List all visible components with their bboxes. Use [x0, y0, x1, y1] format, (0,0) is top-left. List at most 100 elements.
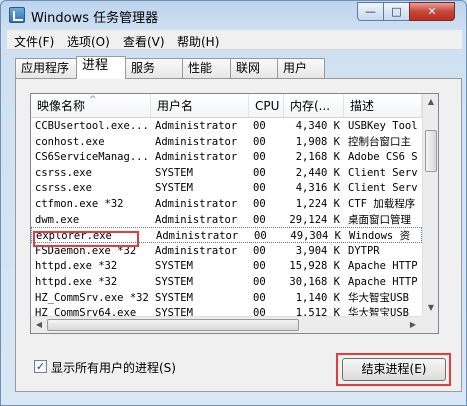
cell-user-name: SYSTEM [155, 166, 193, 179]
horizontal-scrollbar[interactable]: ◀ ▶ [31, 316, 422, 333]
cell-memory: 30,168 K [289, 276, 340, 288]
task-manager-window: Windows 任务管理器 — □ ✕ 文件(F) 选项(O) 查看(V) 帮助… [0, 0, 467, 406]
show-all-users-label[interactable]: 显示所有用户的进程(S) [51, 359, 176, 376]
column-label: 映像名称 [37, 99, 86, 113]
scroll-corner [422, 316, 438, 333]
cell-cpu: 00 [253, 260, 266, 273]
cell-user-name: Administrator [155, 135, 238, 148]
cell-user-name: SYSTEM [155, 182, 193, 195]
tab-performance[interactable]: 性能 [182, 58, 231, 78]
table-row[interactable]: csrss.exe SYSTEM 00 4,316 K Client Serv [31, 180, 422, 196]
cell-memory: 2,168 K [295, 151, 340, 164]
cell-memory: 1,224 K [295, 198, 340, 210]
cell-cpu: 00 [253, 291, 266, 304]
cell-cpu: 00 [253, 276, 266, 288]
show-all-users-checkbox[interactable]: ✓ [34, 360, 47, 373]
process-list[interactable]: 映像名称 ^ 用户名 CPU 内存(... 描述 CCBUsertool.exe… [30, 93, 439, 334]
cell-description: 桌面窗口管理 [348, 213, 411, 226]
cell-description: Adobe CS6 S [348, 151, 418, 164]
cell-memory: 15,928 K [289, 260, 340, 273]
cell-memory: 29,124 K [289, 213, 340, 226]
menu-bar: 文件(F) 选项(O) 查看(V) 帮助(H) [7, 30, 462, 50]
cell-cpu: 00 [253, 198, 266, 210]
menu-help[interactable]: 帮助(H) [177, 33, 219, 50]
cell-image-name: CS6ServiceManag... [35, 151, 149, 164]
cell-description: Windows 资 [349, 230, 411, 243]
cell-image-name: CCBUsertool.exe... [35, 120, 149, 132]
tab-networking[interactable]: 联网 [230, 58, 278, 78]
cell-memory: 1,140 K [295, 291, 340, 304]
maximize-button[interactable]: □ [383, 2, 410, 21]
cell-image-name: ctfmon.exe *32 [35, 198, 124, 210]
close-button[interactable]: ✕ [409, 2, 455, 21]
table-row[interactable]: httpd.exe *32 SYSTEM 00 30,168 K Apache HTTP [31, 274, 422, 290]
table-row[interactable]: conhost.exe Administrator 00 1,908 K 控制台窗口主 [31, 134, 422, 150]
cell-description: Client Serv [348, 182, 418, 195]
cell-user-name: SYSTEM [155, 291, 193, 304]
cell-user-name: Administrator [155, 213, 238, 226]
cell-user-name: Administrator [156, 230, 239, 243]
cell-description: USBKey Tool [348, 120, 418, 132]
cell-memory: 4,340 K [295, 120, 340, 132]
column-image-name[interactable]: 映像名称 ^ [31, 94, 151, 118]
sort-ascending-icon: ^ [89, 95, 97, 105]
cell-memory: 1,908 K [295, 135, 340, 148]
scroll-up-icon[interactable]: ▲ [423, 94, 438, 110]
cell-image-name: httpd.exe *32 [35, 276, 118, 288]
column-memory[interactable]: 内存(... [284, 94, 344, 118]
cell-description: DYTPR [348, 244, 380, 257]
cell-image-name: csrss.exe [35, 182, 92, 195]
cell-cpu: 00 [253, 244, 266, 257]
explorer-highlight-box [33, 231, 139, 247]
table-row[interactable]: dwm.exe Administrator 00 29,124 K 桌面窗口管理 [31, 212, 422, 228]
cell-cpu: 00 [253, 166, 266, 179]
task-manager-icon [9, 7, 25, 23]
table-row[interactable]: ctfmon.exe *32 Administrator 00 1,224 K CTF … [31, 196, 422, 212]
horizontal-scroll-thumb[interactable] [47, 319, 299, 331]
cell-memory: 49,304 K [290, 230, 341, 243]
cell-memory: 3,904 K [295, 244, 340, 257]
cell-image-name: dwm.exe [35, 213, 80, 226]
scroll-right-icon[interactable]: ▶ [405, 317, 421, 333]
menu-view[interactable]: 查看(V) [123, 33, 165, 50]
scroll-left-icon[interactable]: ◀ [31, 317, 47, 333]
vertical-scrollbar[interactable]: ▲ ▼ [422, 94, 438, 333]
tab-applications[interactable]: 应用程序 [15, 58, 77, 78]
end-process-button[interactable]: 结束进程(E) [342, 358, 446, 381]
table-row[interactable]: CCBUsertool.exe... Administrator 00 4,340 K… [31, 118, 422, 134]
table-row[interactable]: CS6ServiceManag... Administrator 00 2,168 K… [31, 149, 422, 165]
cell-image-name: csrss.exe [35, 166, 92, 179]
table-row[interactable]: httpd.exe *32 SYSTEM 00 15,928 K Apache HTTP [31, 258, 422, 274]
column-description[interactable]: 描述 [344, 94, 422, 118]
column-cpu[interactable]: CPU [249, 94, 284, 118]
menu-file[interactable]: 文件(F) [14, 33, 54, 50]
cell-cpu: 00 [253, 213, 266, 226]
tab-services[interactable]: 服务 [125, 58, 183, 78]
cell-image-name: httpd.exe *32 [35, 260, 118, 273]
menu-options[interactable]: 选项(O) [67, 33, 110, 50]
column-user-name[interactable]: 用户名 [151, 94, 249, 118]
cell-description: Client Serv [348, 166, 418, 179]
cell-image-name: HZ_CommSrv.exe *32 [35, 291, 149, 304]
table-row[interactable]: csrss.exe SYSTEM 00 2,440 K Client Serv [31, 165, 422, 181]
table-row[interactable]: HZ_CommSrv.exe *32 SYSTEM 00 1,140 K 华大智宝USB [31, 290, 422, 306]
vertical-scroll-thumb[interactable] [425, 130, 437, 172]
cell-user-name: Administrator [155, 244, 238, 257]
tab-processes[interactable]: 进程 [76, 56, 126, 79]
cell-description: Apache HTTP [348, 260, 418, 273]
title-bar[interactable]: Windows 任务管理器 — □ ✕ [1, 1, 466, 29]
cell-user-name: Administrator [155, 120, 238, 132]
tab-users[interactable]: 用户 [277, 58, 325, 78]
cell-user-name: SYSTEM [155, 276, 193, 288]
list-header: 映像名称 ^ 用户名 CPU 内存(... 描述 [31, 94, 422, 118]
cell-user-name: Administrator [155, 151, 238, 164]
cell-description: 华大智宝USB [348, 291, 409, 304]
scroll-down-icon[interactable]: ▼ [423, 300, 438, 316]
cell-cpu: 00 [253, 135, 266, 148]
cell-memory: 4,316 K [295, 182, 340, 195]
window-title: Windows 任务管理器 [31, 11, 159, 26]
cell-user-name: Administrator [155, 198, 238, 210]
cell-memory: 2,440 K [295, 166, 340, 179]
cell-user-name: SYSTEM [155, 260, 193, 273]
minimize-button[interactable]: — [357, 2, 384, 21]
